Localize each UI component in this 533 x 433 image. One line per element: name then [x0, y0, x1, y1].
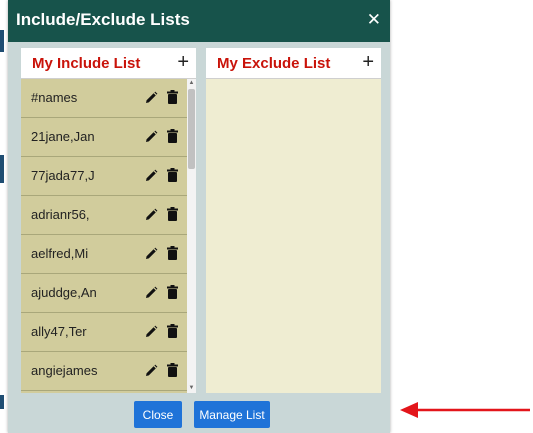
include-list: #names 21jane,Jan 77jada77,J adrianr56, aelf…: [21, 79, 187, 393]
pencil-icon[interactable]: [144, 325, 158, 339]
trash-icon[interactable]: [167, 168, 178, 182]
list-item[interactable]: angiejames: [21, 352, 187, 391]
list-item-name: ajuddge,An: [31, 285, 97, 300]
include-exclude-dialog: Include/Exclude Lists ✕ My Include List …: [8, 0, 390, 433]
exclude-list: [206, 79, 381, 393]
dialog-title-bar: Include/Exclude Lists ✕: [8, 0, 390, 42]
list-item[interactable]: 21jane,Jan: [21, 118, 187, 157]
exclude-list-header: My Exclude List +: [206, 48, 381, 79]
add-include-button[interactable]: +: [177, 51, 189, 73]
list-item[interactable]: ally47,Ter: [21, 313, 187, 352]
scrollbar-thumb[interactable]: [188, 89, 195, 169]
list-item-name: 77jada77,J: [31, 168, 95, 183]
list-item[interactable]: 77jada77,J: [21, 157, 187, 196]
pencil-icon[interactable]: [144, 286, 158, 300]
dialog-title: Include/Exclude Lists: [16, 10, 190, 29]
background-page-edge: [0, 30, 4, 52]
list-item-name: ally47,Ter: [31, 324, 87, 339]
include-list-header: My Include List +: [21, 48, 196, 79]
list-item-name: adrianr56,: [31, 207, 90, 222]
trash-icon[interactable]: [167, 246, 178, 260]
list-item-name: 21jane,Jan: [31, 129, 95, 144]
trash-icon[interactable]: [167, 285, 178, 299]
list-item[interactable]: aelfred,Mi: [21, 235, 187, 274]
pencil-icon[interactable]: [144, 91, 158, 105]
background-page-edge: [0, 395, 4, 409]
list-item-name: aelfred,Mi: [31, 246, 89, 261]
list-item[interactable]: [21, 391, 187, 393]
exclude-list-title: My Exclude List: [217, 55, 331, 72]
manage-list-button[interactable]: Manage List: [194, 401, 270, 428]
list-item-name: angiejames: [31, 363, 98, 378]
list-item[interactable]: adrianr56,: [21, 196, 187, 235]
red-arrow-icon: [400, 402, 530, 418]
trash-icon[interactable]: [167, 324, 178, 338]
trash-icon[interactable]: [167, 363, 178, 377]
add-exclude-button[interactable]: +: [362, 51, 374, 73]
close-icon[interactable]: ✕: [367, 11, 381, 28]
scroll-up-arrow-icon[interactable]: ▲: [187, 79, 196, 88]
include-list-scrollbar[interactable]: ▲ ▼: [187, 79, 196, 393]
pencil-icon[interactable]: [144, 364, 158, 378]
pencil-icon[interactable]: [144, 208, 158, 222]
close-button[interactable]: Close: [134, 401, 182, 428]
trash-icon[interactable]: [167, 207, 178, 221]
trash-icon[interactable]: [167, 90, 178, 104]
include-list-title: My Include List: [32, 55, 141, 72]
list-item-name: #names: [31, 90, 78, 105]
list-item[interactable]: #names: [21, 79, 187, 118]
background-page-edge: [0, 155, 4, 183]
exclude-list-panel: My Exclude List +: [206, 48, 381, 393]
scroll-down-arrow-icon[interactable]: ▼: [187, 384, 196, 393]
pencil-icon[interactable]: [144, 130, 158, 144]
list-item[interactable]: ajuddge,An: [21, 274, 187, 313]
include-list-panel: My Include List + #names 21jane,Jan 77jada…: [21, 48, 196, 393]
pencil-icon[interactable]: [144, 247, 158, 261]
pencil-icon[interactable]: [144, 169, 158, 183]
trash-icon[interactable]: [167, 129, 178, 143]
